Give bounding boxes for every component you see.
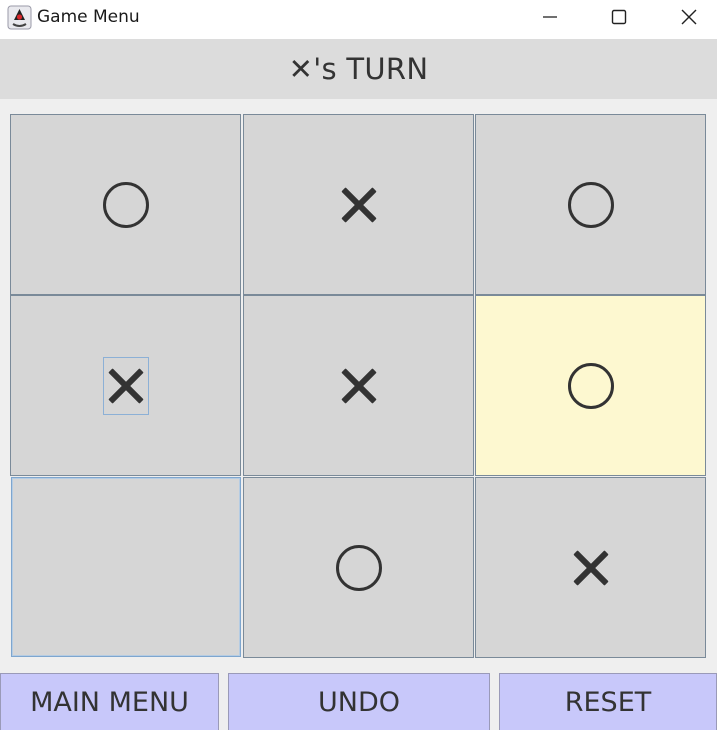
board-cell-3[interactable] xyxy=(475,114,706,295)
o-mark-icon xyxy=(335,544,382,591)
x-mark-icon xyxy=(339,366,379,406)
reset-button[interactable]: RESET xyxy=(499,673,717,730)
x-mark-icon xyxy=(106,366,146,406)
turn-status-text: ✕'s TURN xyxy=(288,52,429,86)
board-cell-4[interactable] xyxy=(10,295,241,476)
minimize-icon xyxy=(543,16,557,18)
board-cell-5[interactable] xyxy=(243,295,474,476)
o-mark-icon xyxy=(567,181,614,228)
x-mark-icon xyxy=(339,185,379,225)
minimize-button[interactable] xyxy=(515,0,585,34)
close-icon xyxy=(681,9,697,25)
window-title: Game Menu xyxy=(37,7,140,27)
board-cell-1[interactable] xyxy=(10,114,241,295)
board-cell-9[interactable] xyxy=(475,477,706,658)
board-cell-7[interactable] xyxy=(11,477,241,657)
title-bar: Game Menu xyxy=(0,0,717,39)
game-board xyxy=(0,99,717,665)
turn-status-bar: ✕'s TURN xyxy=(0,39,717,99)
undo-button[interactable]: UNDO xyxy=(228,673,490,730)
x-mark-icon xyxy=(571,548,611,588)
o-mark-icon xyxy=(567,362,614,409)
maximize-icon xyxy=(611,9,627,25)
java-app-icon xyxy=(7,5,32,30)
close-button[interactable] xyxy=(654,0,717,34)
board-cell-8[interactable] xyxy=(243,477,474,658)
main-menu-button[interactable]: MAIN MENU xyxy=(0,673,219,730)
focus-ring xyxy=(102,356,149,415)
o-mark-icon xyxy=(102,181,149,228)
board-cell-2[interactable] xyxy=(243,114,474,295)
board-cell-6[interactable] xyxy=(475,295,706,476)
maximize-button[interactable] xyxy=(584,0,654,34)
